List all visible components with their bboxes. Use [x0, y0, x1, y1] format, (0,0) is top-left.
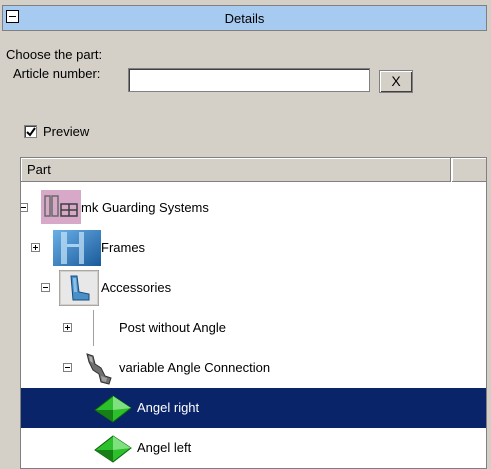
- tree-item-label: Angel left: [137, 440, 192, 455]
- preview-label[interactable]: Preview: [43, 124, 89, 139]
- tree-item-guarding-systems[interactable]: mk Guarding Systems: [21, 188, 486, 228]
- article-number-input[interactable]: [128, 68, 370, 92]
- selection-highlight: [21, 388, 486, 428]
- column-header-part[interactable]: Part: [21, 158, 451, 182]
- preview-checkbox[interactable]: [24, 125, 37, 138]
- part-tree[interactable]: Part mk Guarding Systems Frames Accessor…: [20, 157, 487, 469]
- column-header-empty: [452, 158, 486, 182]
- tree-item-label: Post without Angle: [119, 320, 226, 335]
- tree-item-frames[interactable]: Frames: [21, 228, 486, 268]
- green-part-icon: [94, 395, 132, 423]
- header-title: Details: [224, 11, 265, 26]
- clear-button[interactable]: X: [379, 70, 413, 93]
- article-number-label: Article number:: [13, 66, 101, 81]
- accessories-icon: [59, 270, 99, 306]
- choose-part-label: Choose the part:: [6, 47, 103, 62]
- collapse-node-icon[interactable]: [21, 203, 28, 212]
- collapse-node-icon[interactable]: [41, 283, 50, 292]
- tree-item-angel-left[interactable]: Angel left: [21, 428, 486, 468]
- tree-item-label: variable Angle Connection: [119, 360, 271, 375]
- green-part-icon: [94, 435, 132, 463]
- expand-node-icon[interactable]: [31, 243, 40, 252]
- angle-connection-icon: [86, 353, 112, 385]
- tree-item-post-without-angle[interactable]: Post without Angle: [21, 308, 486, 348]
- tree-item-label: Frames: [101, 240, 146, 255]
- guarding-system-icon: [41, 190, 81, 224]
- tree-item-variable-angle-connection[interactable]: variable Angle Connection: [21, 348, 486, 388]
- checkmark-icon: [26, 127, 36, 137]
- tree-item-label: Angel right: [137, 400, 200, 415]
- frames-icon: [53, 230, 101, 266]
- expand-node-icon[interactable]: [63, 323, 72, 332]
- details-panel: Details Choose the part: Article number:…: [0, 0, 491, 469]
- tree-item-accessories[interactable]: Accessories: [21, 268, 486, 308]
- tree-item-angel-right[interactable]: Angel right: [21, 388, 486, 428]
- details-header[interactable]: Details: [2, 5, 487, 31]
- tree-item-label: mk Guarding Systems: [81, 200, 209, 215]
- tree-item-label: Accessories: [101, 280, 172, 295]
- collapse-node-icon[interactable]: [63, 363, 72, 372]
